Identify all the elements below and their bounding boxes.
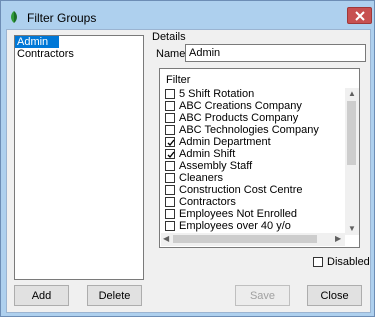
filter-item[interactable]: Assembly Staff — [165, 160, 343, 172]
filter-item-label: Cleaners — [179, 172, 224, 184]
leaf-icon — [11, 11, 17, 23]
filter-item[interactable]: ABC Products Company — [165, 112, 343, 124]
group-list[interactable]: Admin Contractors — [14, 35, 144, 280]
filter-item-checkbox[interactable] — [165, 197, 175, 207]
vertical-scroll-thumb[interactable] — [347, 101, 356, 165]
horizontal-scroll-thumb[interactable] — [173, 235, 317, 243]
filter-item-label: Admin Department — [179, 136, 271, 148]
filter-item-checkbox[interactable] — [165, 161, 175, 171]
close-button[interactable]: Close — [307, 285, 362, 306]
filter-item[interactable]: ABC Technologies Company — [165, 124, 343, 136]
filter-item[interactable]: Cleaners — [165, 172, 343, 184]
filter-item-label: Employees Not Enrolled — [179, 208, 298, 220]
filter-item-label: 5 Shift Rotation — [179, 88, 255, 100]
filter-checklist[interactable]: 5 Shift Rotation ABC Creations Company ABC… — [165, 88, 343, 232]
add-button[interactable]: Add — [14, 285, 69, 306]
filter-item-checkbox[interactable] — [165, 113, 175, 123]
filter-item-checkbox[interactable] — [165, 221, 175, 231]
scroll-up-icon[interactable]: ▲ — [348, 90, 356, 98]
close-window-button[interactable] — [347, 7, 372, 24]
group-list-item[interactable]: Contractors — [15, 48, 143, 60]
filter-item-label: Construction Cost Centre — [179, 184, 303, 196]
filter-item-label: ABC Technologies Company — [179, 124, 319, 136]
window-title: Filter Groups — [27, 11, 97, 25]
filter-groups-window: Filter Groups Admin Contractors Details … — [0, 0, 375, 317]
filter-header: Filter — [166, 74, 191, 86]
disabled-label: Disabled — [327, 256, 370, 268]
filter-item[interactable]: Construction Cost Centre — [165, 184, 343, 196]
delete-button[interactable]: Delete — [87, 285, 142, 306]
filter-vertical-scrollbar[interactable]: ▲ ▼ — [345, 88, 359, 235]
filter-item-checkbox[interactable] — [165, 173, 175, 183]
name-label: Name — [156, 48, 186, 60]
filter-item-checkbox[interactable] — [165, 101, 175, 111]
name-input[interactable] — [185, 44, 366, 62]
filter-list-box: Filter 5 Shift Rotation ABC Creations Com… — [159, 68, 360, 248]
scroll-right-icon[interactable]: ▶ — [335, 235, 341, 243]
filter-horizontal-scrollbar[interactable]: ◀ ▶ — [161, 233, 345, 246]
filter-item-label: Admin Shift — [179, 148, 236, 160]
filter-item-label: Assembly Staff — [179, 160, 253, 172]
title-bar[interactable]: Filter Groups — [1, 1, 374, 31]
filter-item-label: ABC Products Company — [179, 112, 299, 124]
scroll-down-icon[interactable]: ▼ — [348, 225, 356, 233]
close-icon — [355, 11, 365, 21]
save-button[interactable]: Save — [235, 285, 290, 306]
filter-item-checkbox[interactable] — [165, 89, 175, 99]
filter-item-checkbox[interactable] — [165, 125, 175, 135]
filter-item-checkbox[interactable] — [165, 209, 175, 219]
scroll-left-icon[interactable]: ◀ — [163, 235, 169, 243]
filter-item-checkbox[interactable] — [165, 137, 175, 147]
filter-item-label: ABC Creations Company — [179, 100, 302, 112]
dialog-client-area: Admin Contractors Details Name Filter 5 … — [6, 29, 371, 313]
filter-item-label: Employees over 40 y/o — [179, 220, 291, 232]
disabled-checkbox[interactable] — [313, 257, 323, 267]
disabled-option[interactable]: Disabled — [313, 256, 370, 268]
filter-item[interactable]: Admin Department — [165, 136, 343, 148]
filter-item[interactable]: 5 Shift Rotation — [165, 88, 343, 100]
group-list-item[interactable]: Admin — [15, 36, 59, 48]
filter-item[interactable]: Employees Not Enrolled — [165, 208, 343, 220]
filter-item[interactable]: ABC Creations Company — [165, 100, 343, 112]
filter-item-checkbox[interactable] — [165, 185, 175, 195]
filter-item[interactable]: Employees over 40 y/o — [165, 220, 343, 232]
filter-item[interactable]: Contractors — [165, 196, 343, 208]
filter-item-label: Contractors — [179, 196, 236, 208]
filter-item-checkbox[interactable] — [165, 149, 175, 159]
details-label: Details — [152, 31, 186, 43]
filter-item[interactable]: Admin Shift — [165, 148, 343, 160]
